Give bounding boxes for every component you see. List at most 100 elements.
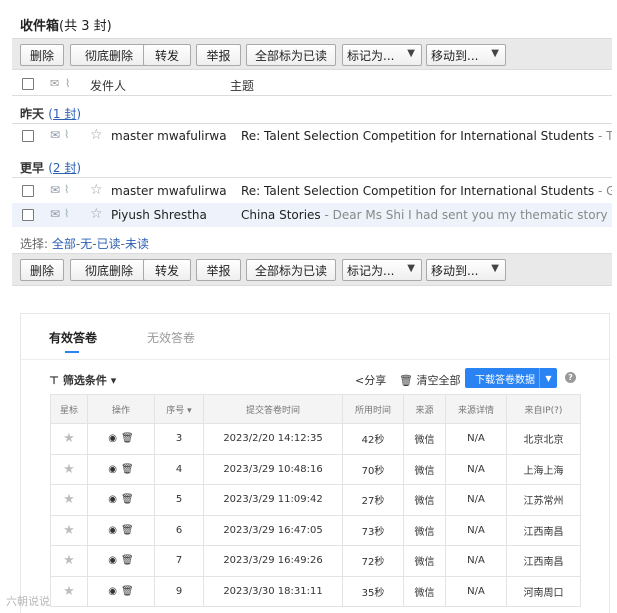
col-submit-time: 提交答卷时间	[203, 394, 343, 424]
star-icon[interactable]: ★	[63, 553, 75, 568]
cell-seq: 5	[154, 484, 204, 516]
star-icon[interactable]: ★	[63, 492, 75, 507]
eye-icon[interactable]: ◉	[108, 433, 117, 444]
star-icon[interactable]: ★	[63, 431, 75, 446]
cell-detail: N/A	[445, 545, 507, 577]
cell-seq: 4	[154, 453, 204, 485]
share-button[interactable]: <分享	[355, 372, 386, 388]
select-read-link[interactable]: 已读	[97, 237, 121, 251]
group-earlier-count[interactable]: 2 封	[53, 161, 76, 175]
select-none-link[interactable]: 无	[80, 237, 92, 251]
trash-icon[interactable]: 🗑	[121, 586, 134, 597]
group-yesterday: 昨天 (1 封)	[20, 107, 82, 121]
star-icon[interactable]: ★	[63, 462, 75, 477]
cell-time: 2023/3/29 16:47:05	[203, 514, 343, 546]
cell-source: 微信	[403, 484, 446, 516]
report-button[interactable]: 举报	[196, 259, 241, 281]
mark-all-read-button[interactable]: 全部标为已读	[246, 259, 336, 281]
mail-row[interactable]: ✉ ⌇ ☆ Piyush Shrestha China Stories - De…	[12, 203, 612, 227]
mark-as-dropdown[interactable]: 标记为... ▼	[342, 44, 422, 66]
move-to-dropdown[interactable]: 移动到... ▼	[426, 259, 506, 281]
table-header-row: 星标 操作 序号 ▾ 提交答卷时间 所用时间 来源 来源详情 来自IP(?)	[50, 394, 581, 424]
cell-seq: 3	[154, 423, 204, 455]
trash-icon[interactable]: 🗑	[121, 433, 134, 444]
tab-valid-responses[interactable]: 有效答卷	[49, 329, 97, 346]
envelope-open-icon: ✉	[50, 183, 61, 197]
table-row: ★ ◉ 🗑 6 2023/3/29 16:47:05 73秒 微信 N/A 江西南…	[50, 514, 581, 546]
star-icon[interactable]: ☆	[90, 127, 103, 143]
eye-icon[interactable]: ◉	[108, 494, 117, 505]
mail-subject[interactable]: Re: Talent Selection Competition for Int…	[241, 184, 612, 198]
mail-toolbar-top: 删除 彻底删除 转发 举报 全部标为已读 标记为... ▼ 移动到... ▼	[12, 38, 612, 70]
cell-time: 2023/3/29 10:48:16	[203, 453, 343, 485]
cell-duration: 70秒	[342, 453, 404, 485]
delete-button[interactable]: 删除	[20, 259, 64, 281]
filter-button[interactable]: ⊤ 筛选条件 ▾	[49, 372, 116, 388]
col-actions: 操作	[87, 394, 155, 424]
mail-sender[interactable]: master mwafulirwa	[111, 184, 227, 198]
active-tab-indicator	[65, 351, 79, 353]
select-unread-link[interactable]: 未读	[125, 237, 149, 251]
row-checkbox[interactable]	[22, 209, 34, 221]
mail-subject[interactable]: China Stories - Dear Ms Shi I had sent y…	[241, 208, 612, 222]
col-duration: 所用时间	[342, 394, 404, 424]
trash-icon[interactable]: 🗑	[121, 555, 134, 566]
trash-icon: 🗑	[399, 374, 413, 387]
column-subject[interactable]: 主题	[230, 77, 254, 94]
row-checkbox[interactable]	[22, 130, 34, 142]
column-sender[interactable]: 发件人	[90, 77, 126, 94]
select-all-checkbox[interactable]	[22, 78, 34, 90]
col-seq[interactable]: 序号 ▾	[154, 394, 204, 424]
cell-duration: 42秒	[342, 423, 404, 455]
responses-table: 星标 操作 序号 ▾ 提交答卷时间 所用时间 来源 来源详情 来自IP(?) ★…	[50, 394, 581, 607]
cell-detail: N/A	[445, 484, 507, 516]
chevron-down-icon: ▼	[491, 48, 499, 59]
row-checkbox[interactable]	[22, 185, 34, 197]
delete-button[interactable]: 删除	[20, 44, 64, 66]
select-all-link[interactable]: 全部	[52, 237, 76, 251]
eye-icon[interactable]: ◉	[108, 464, 117, 475]
group-yesterday-count[interactable]: 1 封	[53, 107, 76, 121]
mail-sender[interactable]: master mwafulirwa	[111, 129, 227, 143]
trash-icon[interactable]: 🗑	[121, 525, 134, 536]
star-icon[interactable]: ☆	[90, 182, 103, 198]
mail-subject[interactable]: Re: Talent Selection Competition for Int…	[241, 129, 612, 143]
chevron-down-icon: ▼	[407, 263, 415, 274]
cell-source: 微信	[403, 575, 446, 607]
eye-icon[interactable]: ◉	[108, 555, 117, 566]
report-button[interactable]: 举报	[196, 44, 241, 66]
caret-down-icon[interactable]: ▼	[539, 368, 557, 388]
mail-panel: 收件箱(共 3 封) 删除 彻底删除 转发 举报 全部标为已读 标记为... ▼ …	[12, 0, 612, 288]
move-to-dropdown[interactable]: 移动到... ▼	[426, 44, 506, 66]
caret-down-icon: ▾	[110, 374, 117, 387]
trash-icon[interactable]: 🗑	[121, 494, 134, 505]
eye-icon[interactable]: ◉	[108, 525, 117, 536]
help-icon[interactable]: ?	[565, 372, 576, 383]
forward-button[interactable]: 转发	[143, 44, 191, 66]
cell-source: 微信	[403, 423, 446, 455]
envelope-open-icon: ✉	[50, 128, 61, 142]
cell-duration: 35秒	[342, 575, 404, 607]
clear-all-button[interactable]: 🗑 清空全部	[399, 372, 460, 388]
mark-as-dropdown[interactable]: 标记为... ▼	[342, 259, 422, 281]
download-data-button[interactable]: 下载答卷数据 ▼	[465, 368, 557, 388]
star-icon[interactable]: ★	[63, 523, 75, 538]
forward-button[interactable]: 转发	[143, 259, 191, 281]
delete-permanently-button[interactable]: 彻底删除	[70, 259, 148, 281]
table-row: ★ ◉ 🗑 9 2023/3/30 18:31:11 35秒 微信 N/A 河南周…	[50, 575, 581, 607]
star-icon[interactable]: ★	[63, 584, 75, 599]
mail-row[interactable]: ✉ ⌇ ☆ master mwafulirwa Re: Talent Selec…	[12, 179, 612, 203]
tab-invalid-responses[interactable]: 无效答卷	[147, 329, 195, 346]
cell-detail: N/A	[445, 423, 507, 455]
mail-row[interactable]: ✉ ⌇ ☆ master mwafulirwa Re: Talent Selec…	[12, 124, 612, 148]
cell-ip: 江苏常州	[506, 484, 581, 516]
trash-icon[interactable]: 🗑	[121, 464, 134, 475]
star-icon[interactable]: ☆	[90, 206, 103, 222]
delete-permanently-button[interactable]: 彻底删除	[70, 44, 148, 66]
mail-sender[interactable]: Piyush Shrestha	[111, 208, 207, 222]
mark-all-read-button[interactable]: 全部标为已读	[246, 44, 336, 66]
inbox-count: (共 3 封)	[59, 19, 112, 34]
chevron-down-icon: ▼	[407, 48, 415, 59]
eye-icon[interactable]: ◉	[108, 586, 117, 597]
cell-time: 2023/3/29 16:49:26	[203, 545, 343, 577]
